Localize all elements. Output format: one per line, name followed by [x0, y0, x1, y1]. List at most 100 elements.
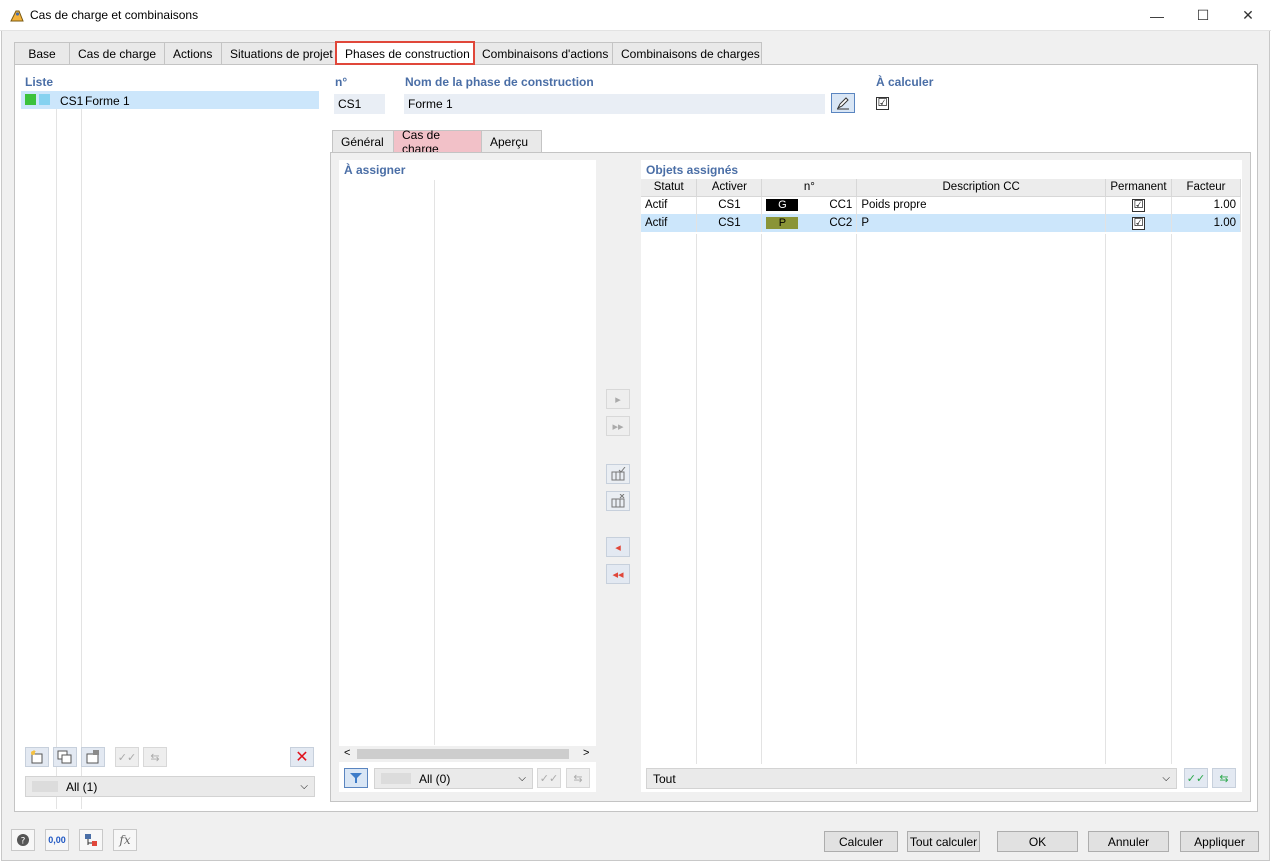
load-type-tag: G	[766, 199, 799, 212]
edit-name-icon[interactable]	[831, 93, 855, 113]
check-all-icon[interactable]: ✓✓	[1184, 768, 1208, 788]
tab-combinaisons-actions[interactable]: Combinaisons d'actions	[473, 42, 613, 64]
table-row[interactable]: Actif CS1 G CC1 Poids propre ☑ 1.00	[641, 196, 1241, 214]
col-statut[interactable]: Statut	[641, 179, 698, 197]
help-icon[interactable]: ?	[11, 829, 35, 851]
formula-icon[interactable]: fx	[113, 829, 137, 851]
to-assign-header: À assigner	[344, 163, 406, 177]
cell-statut: Actif	[641, 196, 698, 214]
chevron-down-icon: ⌵	[518, 773, 526, 784]
load-case-number: CC1	[829, 199, 853, 212]
delete-icon[interactable]: ✕	[290, 747, 314, 767]
table-row[interactable]: Actif CS1 P CC2 P ☑ 1.00	[641, 214, 1241, 232]
toggle-all-icon[interactable]: ⇆	[1212, 768, 1236, 788]
uncheck-all-icon[interactable]: ⇆	[143, 747, 167, 767]
copy-item-icon[interactable]	[53, 747, 77, 767]
calculate-checkbox[interactable]: ☑	[876, 97, 889, 110]
scrollbar-thumb[interactable]	[357, 749, 569, 759]
apply-button[interactable]: Appliquer	[1180, 831, 1259, 852]
scroll-right-icon[interactable]: >	[583, 747, 589, 759]
structure-icon[interactable]	[79, 829, 103, 851]
calculate-button[interactable]: Calculer	[824, 831, 898, 852]
tab-apercu[interactable]: Aperçu	[481, 130, 542, 152]
tab-general[interactable]: Général	[332, 130, 394, 152]
calculate-label: À calculer	[876, 75, 934, 89]
list-item[interactable]: CS1 Forme 1	[21, 91, 319, 109]
number-panel: n° CS1	[330, 72, 390, 118]
assigned-filter-value: Tout	[653, 771, 676, 786]
assign-by-type-icon[interactable]	[606, 464, 630, 484]
chevron-down-icon: ⌵	[300, 781, 308, 792]
minimize-button[interactable]: —	[1134, 0, 1180, 31]
tab-load-cases[interactable]: Cas de charge	[393, 128, 482, 156]
col-number[interactable]: n°	[761, 179, 858, 197]
list-filter-dropdown[interactable]: All (1) ⌵	[25, 776, 315, 797]
svg-text:?: ?	[21, 837, 26, 847]
list-item-id: CS1	[60, 94, 84, 108]
calculate-panel: À calculer ☑	[870, 72, 1251, 118]
list-item-name: Forme 1	[85, 94, 130, 108]
col-activer[interactable]: Activer	[696, 179, 763, 197]
unassign-by-type-icon[interactable]	[606, 491, 630, 511]
unassign-all-icon[interactable]: ◂◂	[606, 564, 630, 584]
list-header: Liste	[25, 75, 54, 89]
col-facteur[interactable]: Facteur	[1171, 179, 1241, 197]
assigned-header: Objets assignés	[646, 163, 739, 177]
cancel-button[interactable]: Annuler	[1088, 831, 1169, 852]
assign-selected-icon[interactable]: ▸	[606, 389, 630, 409]
assign-filter-value: All (0)	[419, 771, 451, 786]
filter-icon[interactable]	[344, 768, 368, 788]
new-item-icon[interactable]	[25, 747, 49, 767]
cell-activer[interactable]: CS1	[696, 196, 763, 214]
list-filter-value: All (1)	[66, 779, 98, 794]
tab-cas-de-charge[interactable]: Cas de charge	[69, 42, 165, 64]
cell-number: G CC1	[761, 196, 858, 214]
assigned-table: Statut Activer n° Description CC Permane…	[641, 179, 1241, 232]
uncheck-all-icon[interactable]: ⇆	[566, 768, 590, 788]
ok-button[interactable]: OK	[997, 831, 1078, 852]
assign-filter-dropdown[interactable]: All (0) ⌵	[374, 768, 533, 789]
check-all-icon[interactable]: ✓✓	[537, 768, 561, 788]
chevron-down-icon: ⌵	[1162, 773, 1170, 784]
unassign-selected-icon[interactable]: ◂	[606, 537, 630, 557]
app-icon	[9, 8, 25, 24]
col-description[interactable]: Description CC	[856, 179, 1107, 197]
horizontal-scrollbar[interactable]: < >	[339, 746, 596, 762]
to-assign-panel: À assigner < > All (0) ⌵ ✓✓ ⇆	[339, 160, 596, 792]
window-title: Cas de charge et combinaisons	[30, 8, 199, 22]
assign-all-icon[interactable]: ▸▸	[606, 416, 630, 436]
tab-base[interactable]: Base	[14, 42, 70, 64]
main-tabs: Base Cas de charge Actions Situations de…	[14, 41, 762, 65]
cell-facteur[interactable]: 1.00	[1171, 214, 1241, 232]
load-case-number: CC2	[829, 217, 853, 229]
assigned-panel: Objets assignés Statut Activer n° Descri…	[641, 160, 1242, 792]
rename-item-icon[interactable]	[81, 747, 105, 767]
permanent-checkbox[interactable]: ☑	[1132, 198, 1145, 212]
name-panel: Nom de la phase de construction Forme 1	[399, 72, 861, 118]
assigned-filter-dropdown[interactable]: Tout ⌵	[646, 768, 1177, 789]
calculate-all-button[interactable]: Tout calculer	[907, 831, 980, 852]
check-all-icon[interactable]: ✓✓	[115, 747, 139, 767]
list-item-color-primary	[25, 94, 36, 105]
cell-facteur[interactable]: 1.00	[1171, 196, 1241, 214]
title-bar: Cas de charge et combinaisons — ☐ ✕	[0, 0, 1271, 31]
cell-description: P	[856, 214, 1107, 232]
tab-phases-de-construction[interactable]: Phases de construction	[335, 41, 475, 65]
load-type-tag: P	[766, 217, 799, 229]
number-format-icon[interactable]: 0,00	[45, 829, 69, 851]
close-window-button[interactable]: ✕	[1225, 0, 1271, 31]
number-label: n°	[335, 75, 348, 89]
cell-activer[interactable]: CS1	[696, 214, 763, 232]
tab-actions[interactable]: Actions	[164, 42, 222, 64]
col-permanent[interactable]: Permanent	[1105, 179, 1172, 197]
permanent-checkbox[interactable]: ☑	[1132, 216, 1145, 230]
number-field[interactable]: CS1	[334, 94, 385, 114]
cell-number: P CC2	[761, 214, 858, 232]
scroll-left-icon[interactable]: <	[344, 747, 350, 759]
maximize-button[interactable]: ☐	[1180, 0, 1226, 31]
list-panel: Liste CS1 Forme 1 ✓✓ ⇆ ✕ All (1) ⌵	[20, 72, 320, 809]
tab-combinaisons-charges[interactable]: Combinaisons de charges	[612, 42, 762, 64]
name-field[interactable]: Forme 1	[404, 94, 825, 114]
cell-description: Poids propre	[856, 196, 1107, 214]
tab-situations-de-projet[interactable]: Situations de projet	[221, 42, 337, 64]
